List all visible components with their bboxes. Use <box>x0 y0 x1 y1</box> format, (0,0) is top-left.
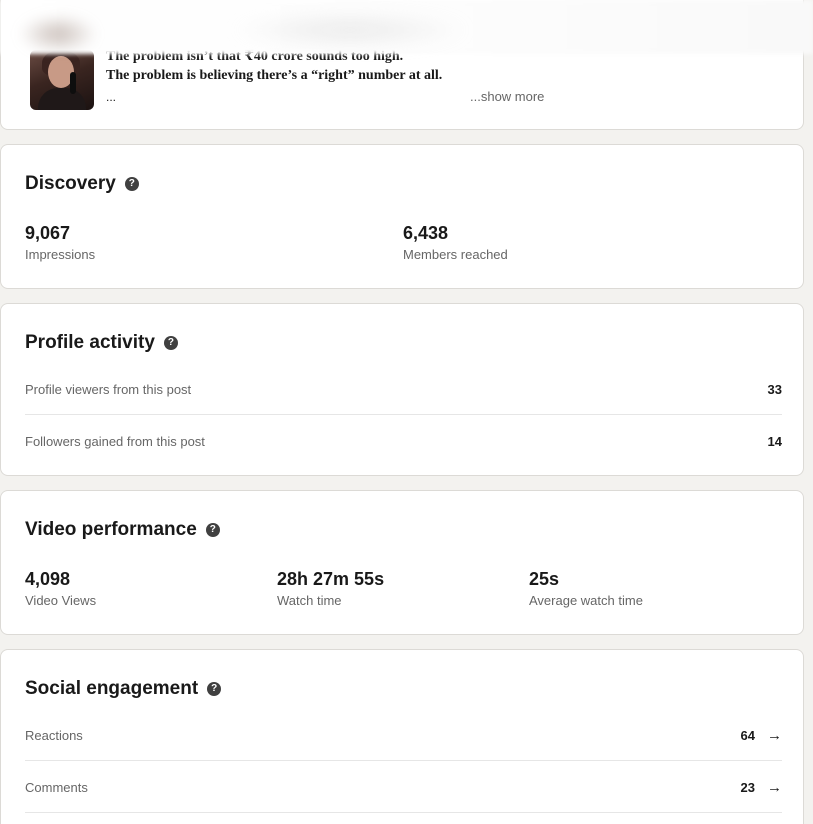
watch-time-value: 28h 27m 55s <box>277 569 385 589</box>
arrow-right-icon[interactable]: → <box>767 727 782 744</box>
discovery-card: Discovery ? 9,067 Impressions 6,438 Memb… <box>0 144 804 289</box>
row-label: Profile viewers from this post <box>25 381 192 397</box>
row-value: 33 <box>767 381 782 397</box>
social-engagement-title: Social engagement <box>25 678 199 699</box>
section-title: Social engagement ? <box>25 678 222 700</box>
post-text-line: The problem is believing there’s a “righ… <box>106 68 443 83</box>
question-circle-icon[interactable]: ? <box>205 523 220 537</box>
profile-activity-card: Profile activity ? Profile viewers from … <box>0 303 804 476</box>
blurred-region <box>18 14 98 54</box>
reactions-count: 64 <box>740 727 755 743</box>
row-label: Comments <box>25 779 88 795</box>
impressions-value: 9,067 <box>25 223 71 243</box>
comments-count: 23 <box>740 779 755 795</box>
row-value-group: 23 → <box>741 779 782 796</box>
members-reached-label: Members reached <box>403 247 508 262</box>
microphone-icon <box>70 72 76 94</box>
row-label: Reactions <box>25 727 83 743</box>
social-engagement-card: Social engagement ? Reactions 64 → Comme… <box>0 649 804 824</box>
profile-activity-title: Profile activity <box>25 332 155 353</box>
video-views-value: 4,098 <box>25 569 71 589</box>
blurred-region <box>230 12 470 48</box>
row-value-group: 64 → <box>741 727 782 744</box>
row-label: Followers gained from this post <box>25 433 205 449</box>
video-performance-card: Video performance ? 4,098 Video Views 28… <box>0 490 804 635</box>
section-title: Video performance ? <box>25 519 220 541</box>
reactions-row[interactable]: Reactions 64 → <box>25 710 782 761</box>
section-title: Discovery ? <box>25 173 139 195</box>
row-value: 14 <box>767 433 782 449</box>
arrow-right-icon[interactable]: → <box>767 779 782 796</box>
members-reached-value: 6,438 <box>403 223 449 243</box>
video-views-label: Video Views <box>25 593 97 608</box>
question-circle-icon[interactable]: ? <box>207 682 222 696</box>
profile-viewers-row: Profile viewers from this post 33 <box>25 364 782 415</box>
post-ellipsis: ... <box>106 90 117 104</box>
impressions-label: Impressions <box>25 247 96 262</box>
comments-row[interactable]: Comments 23 → <box>25 762 782 813</box>
video-performance-title: Video performance <box>25 519 197 540</box>
show-more-link[interactable]: ...show more <box>470 89 544 104</box>
average-watch-time-value: 25s <box>529 569 560 589</box>
question-circle-icon[interactable]: ? <box>124 177 139 191</box>
followers-gained-row: Followers gained from this post 14 <box>25 416 782 466</box>
post-analytics-page: The problem isn’t that ₹40 crore sounds … <box>0 0 813 824</box>
discovery-title: Discovery <box>25 173 116 194</box>
average-watch-time-label: Average watch time <box>529 593 643 608</box>
video-thumbnail[interactable] <box>30 50 94 110</box>
section-title: Profile activity ? <box>25 332 178 354</box>
watch-time-label: Watch time <box>277 593 342 608</box>
question-circle-icon[interactable]: ? <box>163 336 178 350</box>
